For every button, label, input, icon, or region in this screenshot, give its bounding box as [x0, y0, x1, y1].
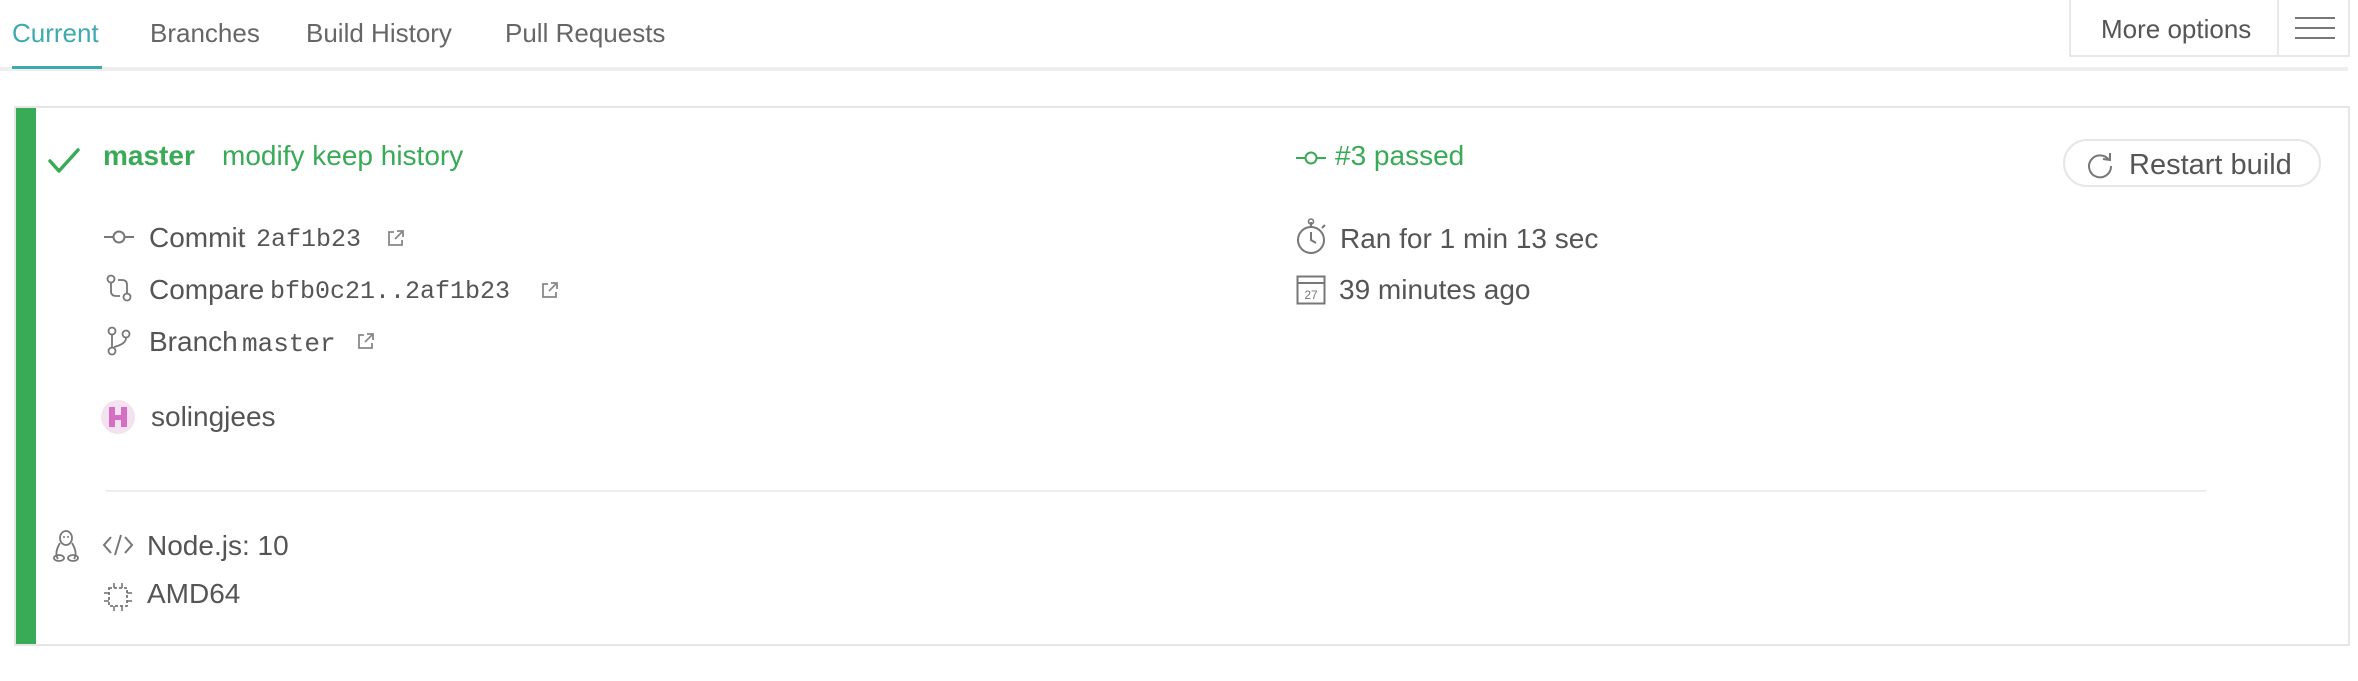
compare-label: Compare — [149, 274, 265, 305]
branch-icon — [107, 326, 131, 356]
identicon-icon — [109, 407, 127, 427]
build-finished-time: 39 minutes ago — [1339, 274, 1531, 305]
compare-icon — [106, 274, 132, 302]
commit-label: Commit — [149, 222, 246, 253]
status-stripe — [16, 108, 36, 644]
code-icon — [102, 534, 134, 556]
active-tab-indicator — [12, 66, 102, 69]
hamburger-menu-icon[interactable] — [2295, 17, 2335, 39]
build-card — [14, 106, 2350, 646]
tab-current[interactable]: Current — [12, 18, 99, 49]
calendar-day: 27 — [1304, 288, 1318, 302]
external-link-icon[interactable] — [386, 228, 406, 248]
more-options-label: More options — [2101, 14, 2252, 44]
restart-build-label: Restart build — [2129, 149, 2292, 181]
restart-icon — [2088, 153, 2113, 179]
more-options-divider — [2277, 0, 2279, 55]
build-number-status[interactable]: #3 passed — [1335, 140, 1464, 172]
restart-build-button[interactable]: Restart build — [2063, 139, 2321, 187]
tab-branches[interactable]: Branches — [150, 18, 260, 49]
linux-icon — [53, 530, 79, 562]
avatar[interactable] — [101, 400, 135, 434]
tab-build-history[interactable]: Build History — [306, 18, 452, 49]
section-divider — [106, 490, 2206, 492]
tab-pull-requests[interactable]: Pull Requests — [505, 18, 665, 49]
more-options-button[interactable]: More options — [2069, 0, 2350, 57]
compare-range-link[interactable]: bfb0c21..2af1b23 — [270, 277, 510, 306]
commit-icon — [1296, 151, 1326, 165]
cpu-icon — [104, 583, 132, 611]
branch-name[interactable]: master — [103, 140, 195, 172]
passed-check-icon — [48, 148, 80, 173]
commit-icon — [104, 230, 134, 244]
commit-message[interactable]: modify keep history — [222, 140, 463, 172]
external-link-icon[interactable] — [356, 331, 376, 351]
author-name[interactable]: solingjees — [151, 401, 276, 433]
branch-link[interactable]: master — [242, 329, 336, 359]
branch-label: Branch — [149, 326, 238, 357]
calendar-icon: 27 — [1296, 275, 1326, 305]
external-link-icon[interactable] — [540, 280, 560, 300]
tabs-divider — [0, 67, 2348, 71]
stopwatch-icon — [1297, 218, 1326, 254]
architecture: AMD64 — [147, 578, 241, 609]
language-version: Node.js: 10 — [147, 530, 289, 561]
commit-sha-link[interactable]: 2af1b23 — [256, 225, 361, 254]
build-duration: Ran for 1 min 13 sec — [1340, 223, 1599, 254]
